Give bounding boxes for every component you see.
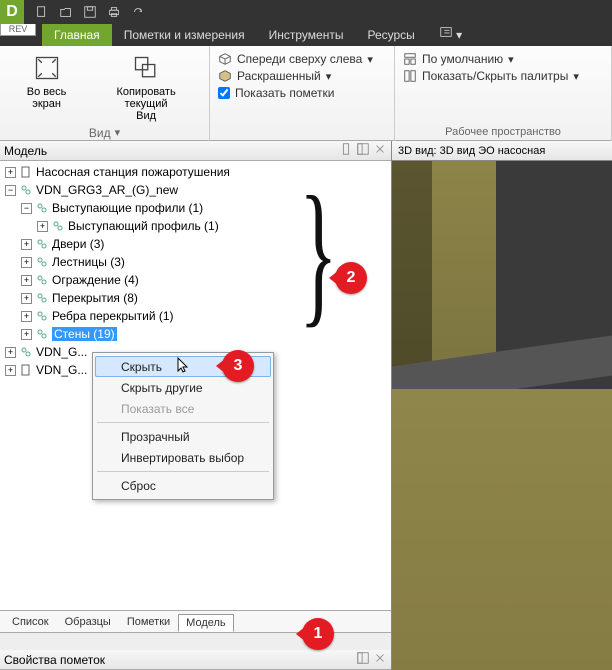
tab-main[interactable]: Главная xyxy=(42,24,112,46)
btab-markups[interactable]: Пометки xyxy=(119,613,178,631)
tree-node[interactable]: Выступающий профиль (1) xyxy=(68,219,219,233)
ribbon: Во весь экран Копировать текущий Вид Вид… xyxy=(0,46,612,141)
annotation-marker-3: 3 xyxy=(222,350,254,382)
shading-button[interactable]: Раскрашенный ▾ xyxy=(218,69,373,83)
panel-close-icon[interactable] xyxy=(370,142,387,159)
show-markups-checkbox[interactable]: Показать пометки xyxy=(218,86,373,100)
btab-samples[interactable]: Образцы xyxy=(57,613,119,631)
tree-node[interactable]: VDN_GRG3_AR_(G)_new xyxy=(36,183,178,197)
panel-tool-icon[interactable] xyxy=(336,142,353,159)
tab-tools[interactable]: Инструменты xyxy=(257,24,356,46)
fullscreen-label: Во весь экран xyxy=(12,86,81,110)
tree-node[interactable]: Ограждение (4) xyxy=(52,273,139,287)
rev-tab[interactable]: REV xyxy=(0,24,36,36)
fullscreen-icon xyxy=(31,52,63,84)
tab-resources[interactable]: Ресурсы xyxy=(355,24,426,46)
redo-icon[interactable] xyxy=(128,3,148,21)
tree-node[interactable]: Двери (3) xyxy=(52,237,104,251)
btab-model[interactable]: Модель xyxy=(178,614,233,632)
copy-view-label: Копировать текущий Вид xyxy=(95,86,197,122)
props-title: Свойства пометок xyxy=(4,653,105,667)
annotation-brace: } xyxy=(299,172,337,332)
tree-node[interactable]: VDN_G... xyxy=(36,345,87,359)
tree-node[interactable]: Ребра перекрытий (1) xyxy=(52,309,174,323)
wall-geometry xyxy=(426,161,496,381)
group-icon xyxy=(19,183,33,197)
copy-view-button[interactable]: Копировать текущий Вид xyxy=(91,50,201,124)
ribbon-tabs: Главная Пометки и измерения Инструменты … xyxy=(0,24,612,46)
ctx-show-all: Показать все xyxy=(95,398,271,419)
btab-list[interactable]: Список xyxy=(4,613,57,631)
annotation-marker-1: 1 xyxy=(302,618,334,650)
ctx-transparent[interactable]: Прозрачный xyxy=(95,426,271,447)
app-icon: D xyxy=(0,0,24,24)
default-layout-button[interactable]: По умолчанию ▾ xyxy=(403,52,579,66)
panel-dock-icon[interactable] xyxy=(353,651,370,668)
model-panel-header: Модель xyxy=(0,141,391,161)
new-icon[interactable] xyxy=(32,3,52,21)
copy-view-icon xyxy=(130,52,162,84)
group-view-title[interactable]: Вид ▾ xyxy=(8,124,201,141)
panel-close-icon[interactable] xyxy=(370,651,387,668)
tree-node[interactable]: Лестницы (3) xyxy=(52,255,125,269)
model-panel-title: Модель xyxy=(4,144,47,158)
doc-icon xyxy=(19,165,33,179)
ctx-reset[interactable]: Сброс xyxy=(95,475,271,496)
tree-node[interactable]: VDN_G... xyxy=(36,363,87,377)
projection-button[interactable]: Спереди сверху слева ▾ xyxy=(218,52,373,66)
group-workspace-title: Рабочее пространство xyxy=(403,123,603,141)
3d-viewport[interactable]: 3D вид: 3D вид ЭО насосная xyxy=(392,141,612,670)
tree-node[interactable]: Насосная станция пожаротушения xyxy=(36,165,230,179)
fullscreen-button[interactable]: Во весь экран xyxy=(8,50,85,112)
print-icon[interactable] xyxy=(104,3,124,21)
tab-markups[interactable]: Пометки и измерения xyxy=(112,24,257,46)
save-icon[interactable] xyxy=(80,3,100,21)
panel-dock-icon[interactable] xyxy=(353,142,370,159)
expand-icon[interactable]: + xyxy=(5,167,16,178)
ctx-invert[interactable]: Инвертировать выбор xyxy=(95,447,271,468)
annotation-marker-2: 2 xyxy=(335,262,367,294)
props-panel-header: Свойства пометок xyxy=(0,650,391,670)
tree-node[interactable]: Выступающие профили (1) xyxy=(52,201,203,215)
ctx-separator xyxy=(97,422,269,423)
ctx-separator xyxy=(97,471,269,472)
3d-view-title: 3D вид: 3D вид ЭО насосная xyxy=(392,141,612,161)
collapse-icon[interactable]: − xyxy=(5,185,16,196)
tree-node[interactable]: Перекрытия (8) xyxy=(52,291,138,305)
cursor-icon xyxy=(177,357,193,376)
tab-extra[interactable]: ▾ xyxy=(427,24,474,46)
tree-node-selected[interactable]: Стены (19) xyxy=(52,327,117,341)
open-icon[interactable] xyxy=(56,3,76,21)
palettes-button[interactable]: Показать/Скрыть палитры ▾ xyxy=(403,69,579,83)
